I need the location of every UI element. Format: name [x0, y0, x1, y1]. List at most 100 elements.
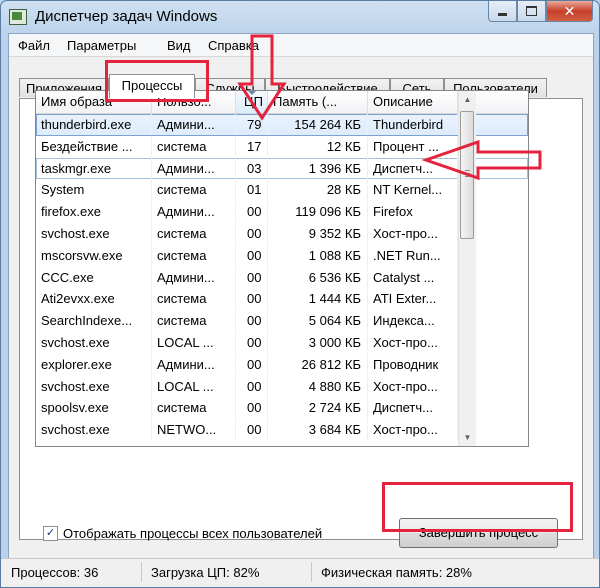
menu-options[interactable]: Параметры [67, 38, 136, 53]
cell-image-name: thunderbird.exe [36, 114, 152, 135]
table-row[interactable]: taskmgr.exe Админи... 03 1 396 КБ Диспетч... [36, 157, 528, 180]
cell-cpu: 01 [236, 179, 268, 201]
show-all-users-option[interactable]: ✓ Отображать процессы всех пользователей [43, 524, 322, 542]
window-title: Диспетчер задач Windows [35, 8, 218, 25]
tab-processes[interactable]: Процессы [109, 74, 195, 98]
cell-image-name: Ati2evxx.exe [36, 288, 152, 310]
table-row[interactable]: Бездействие ... система 17 12 КБ Процент ... [36, 135, 528, 158]
cell-memory: 2 724 КБ [268, 397, 368, 419]
cell-description: Catalyst ... [368, 266, 458, 288]
minimize-button[interactable] [488, 1, 517, 22]
column-description[interactable]: Описание [368, 91, 458, 113]
cell-cpu: 00 [236, 201, 268, 223]
cell-description: Проводник [368, 353, 458, 375]
task-manager-icon [9, 9, 27, 25]
table-row[interactable]: System система 01 28 КБ NT Kernel... [36, 179, 528, 201]
cell-description: .NET Run... [368, 244, 458, 266]
table-row[interactable]: thunderbird.exe Админи... 79 154 264 КБ Thun… [36, 114, 528, 136]
cell-image-name: svchost.exe [36, 331, 152, 353]
menu-view[interactable]: Вид [167, 38, 191, 53]
cell-description: Хост-про... [368, 331, 458, 353]
table-row[interactable]: mscorsvw.exe система 00 1 088 КБ .NET Run... [36, 244, 528, 267]
cell-description: Хост-про... [368, 375, 458, 397]
cell-memory: 154 264 КБ [268, 114, 368, 135]
cell-user: Админи... [152, 266, 236, 288]
show-all-users-checkbox[interactable]: ✓ [43, 525, 58, 541]
cell-memory: 28 КБ [268, 179, 368, 201]
cell-user: LOCAL ... [152, 331, 236, 353]
cell-user: система [152, 310, 236, 332]
cell-image-name: System [36, 179, 152, 201]
cell-user: система [152, 135, 236, 157]
table-row[interactable]: Ati2evxx.exe система 00 1 444 КБ ATI Exter..… [36, 288, 528, 310]
table-row[interactable]: svchost.exe NETWO... 00 3 684 КБ Хост-про... [36, 419, 528, 441]
cell-cpu: 17 [236, 135, 268, 157]
table-row[interactable]: svchost.exe LOCAL ... 00 3 000 КБ Хост-про..… [36, 331, 528, 354]
process-rows: thunderbird.exe Админи... 79 154 264 КБ Thun… [36, 114, 528, 441]
column-memory[interactable]: Память (... [268, 91, 368, 113]
checkmark-icon: ✓ [45, 526, 56, 539]
table-row[interactable]: explorer.exe Админи... 00 26 812 КБ Проводни… [36, 353, 528, 376]
cell-image-name: SearchIndexe... [36, 310, 152, 332]
cell-description: Firefox [368, 201, 458, 223]
menu-file[interactable]: Файл [18, 38, 50, 53]
cell-cpu: 00 [236, 397, 268, 419]
cell-cpu: 00 [236, 353, 268, 375]
column-cpu-label: ЦП [244, 94, 263, 109]
title-bar[interactable]: Диспетчер задач Windows ✕ [1, 1, 599, 33]
cell-memory: 9 352 КБ [268, 222, 368, 244]
cell-user: система [152, 179, 236, 201]
cell-image-name: svchost.exe [36, 222, 152, 244]
cell-user: Админи... [152, 201, 236, 223]
cell-image-name: mscorsvw.exe [36, 244, 152, 266]
grip-line [465, 176, 470, 177]
cell-user: система [152, 397, 236, 419]
cell-description: Thunderbird [368, 114, 458, 135]
cell-cpu: 79 [236, 114, 268, 135]
cell-user: Админи... [152, 114, 236, 135]
task-manager-window: Диспетчер задач Windows ✕ Файл Параметры… [0, 0, 600, 588]
cell-description: Хост-про... [368, 419, 458, 441]
status-cpu-usage: Загрузка ЦП: 82% [151, 565, 260, 580]
scroll-up-icon[interactable]: ▲ [459, 91, 476, 108]
cell-image-name: explorer.exe [36, 353, 152, 375]
cell-description: Индекса... [368, 310, 458, 332]
cell-cpu: 00 [236, 375, 268, 397]
cell-description: Хост-про... [368, 222, 458, 244]
cell-image-name: svchost.exe [36, 419, 152, 441]
cell-description: Процент ... [368, 135, 458, 157]
table-row[interactable]: svchost.exe LOCAL ... 00 4 880 КБ Хост-про..… [36, 375, 528, 398]
menu-help[interactable]: Справка [208, 38, 259, 53]
caption-buttons: ✕ [488, 1, 593, 22]
table-row[interactable]: spoolsv.exe система 00 2 724 КБ Диспетч... [36, 397, 528, 419]
client-area: Файл Параметры Вид Справка Приложения Пр… [8, 33, 594, 581]
table-row[interactable]: SearchIndexe... система 00 5 064 КБ Индекса.… [36, 310, 528, 332]
cell-memory: 26 812 КБ [268, 353, 368, 375]
cell-memory: 1 444 КБ [268, 288, 368, 310]
close-button[interactable]: ✕ [546, 1, 593, 22]
cell-cpu: 00 [236, 222, 268, 244]
table-row[interactable]: svchost.exe система 00 9 352 КБ Хост-про... [36, 222, 528, 245]
cell-user: система [152, 244, 236, 266]
cell-description: Диспетч... [368, 157, 458, 179]
table-row[interactable]: CCC.exe Админи... 00 6 536 КБ Catalyst ... [36, 266, 528, 289]
process-list: Имя образа Пользо... ЦП Память (... Опис… [35, 90, 529, 447]
scroll-thumb[interactable] [460, 111, 474, 239]
vertical-scrollbar[interactable]: ▲ ▼ [458, 91, 476, 446]
cell-cpu: 00 [236, 419, 268, 441]
cell-image-name: firefox.exe [36, 201, 152, 223]
end-process-button[interactable]: Завершить процесс [399, 518, 558, 548]
grip-line [465, 170, 470, 171]
scroll-down-icon[interactable]: ▼ [459, 429, 476, 446]
cell-user: Админи... [152, 353, 236, 375]
column-cpu[interactable]: ЦП [236, 91, 268, 113]
cell-memory: 4 880 КБ [268, 375, 368, 397]
cell-description: ATI Exter... [368, 288, 458, 310]
cell-user: Админи... [152, 157, 236, 179]
close-icon: ✕ [563, 2, 576, 19]
table-row[interactable]: firefox.exe Админи... 00 119 096 КБ Firefox [36, 201, 528, 223]
cell-memory: 119 096 КБ [268, 201, 368, 223]
maximize-button[interactable] [517, 1, 546, 22]
cell-image-name: Бездействие ... [36, 135, 152, 157]
cell-cpu: 03 [236, 157, 268, 179]
